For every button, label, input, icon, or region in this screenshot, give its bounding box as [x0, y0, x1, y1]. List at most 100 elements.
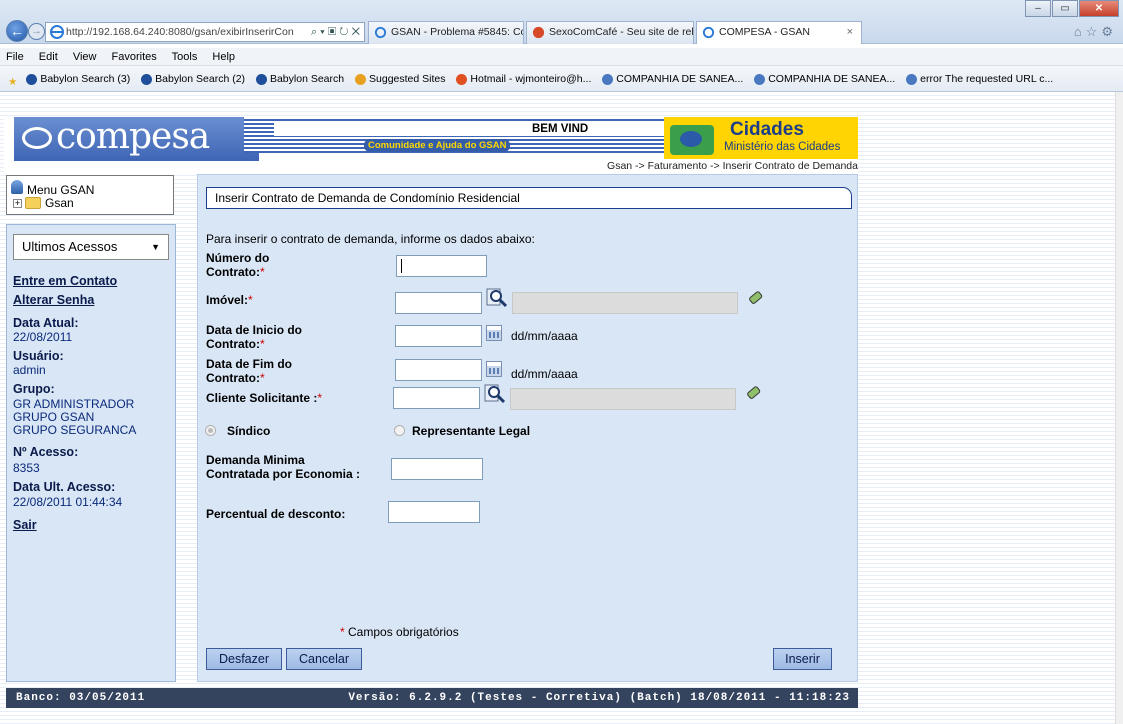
status-footer: Banco: 03/05/2011 Versão: 6.2.9.2 (Teste…: [6, 688, 858, 708]
ie-page-icon: [602, 73, 614, 85]
user-label: Usuário:: [13, 349, 64, 363]
tab-label: SexoComCafé - Seu site de rel...: [549, 26, 694, 38]
menu-favorites[interactable]: Favorites: [112, 51, 157, 63]
menu-tree-title: Menu GSAN: [27, 183, 95, 197]
favorite-item[interactable]: COMPANHIA DE SANEA...: [754, 66, 895, 91]
menu-tools[interactable]: Tools: [172, 51, 198, 63]
address-controls[interactable]: ⌕ ▾ ▣ ↻ ✕: [311, 23, 360, 41]
favorites-bar: ★ Babylon Search (3) Babylon Search (2) …: [0, 66, 1123, 92]
legal-rep-label: Representante Legal: [412, 424, 531, 438]
cancel-button[interactable]: Cancelar: [286, 648, 362, 670]
favorites-star-icon[interactable]: ★: [8, 76, 17, 88]
browser-tab[interactable]: SexoComCafé - Seu site de rel...: [526, 21, 694, 44]
maximize-icon[interactable]: ▭: [1052, 0, 1078, 17]
discount-label: Percentual de desconto:: [206, 507, 346, 521]
welcome-banner: BEM VIND: [274, 122, 664, 136]
eraser-icon[interactable]: [747, 289, 765, 307]
group-item: GRUPO SEGURANCA: [13, 423, 137, 437]
forward-icon[interactable]: →: [28, 23, 45, 40]
babylon-icon: [26, 73, 38, 85]
partner-subtitle: Ministério das Cidades: [724, 141, 841, 153]
min-demand-label: Demanda Minima Contratada por Economia :: [206, 453, 361, 481]
babylon-icon: [141, 73, 153, 85]
min-demand-input[interactable]: [391, 458, 483, 480]
client-input[interactable]: [393, 387, 480, 409]
start-date-input[interactable]: [395, 325, 482, 347]
brazil-flag-icon: [670, 125, 714, 155]
date-format-hint: dd/mm/aaaa: [511, 329, 578, 343]
hotmail-icon: [456, 73, 468, 85]
sidebar: Ultimos Acessos ▼ Entre em Contato Alter…: [6, 224, 176, 682]
user-name: admin: [13, 363, 46, 377]
favorite-item[interactable]: Babylon Search (2): [141, 66, 245, 91]
recent-access-select[interactable]: Ultimos Acessos ▼: [13, 234, 169, 260]
client-label: Cliente Solicitante :*: [206, 391, 323, 405]
access-count-label: Nº Acesso:: [13, 445, 79, 459]
page-scrollbar[interactable]: [1115, 92, 1123, 724]
group-label: Grupo:: [13, 382, 55, 396]
favorite-item[interactable]: Babylon Search (3): [26, 66, 130, 91]
menu-file[interactable]: File: [6, 51, 24, 63]
menu-edit[interactable]: Edit: [39, 51, 58, 63]
menu-help[interactable]: Help: [212, 51, 235, 63]
tree-item-gsan[interactable]: Gsan: [45, 196, 74, 210]
compesa-logo-mark-icon: [22, 127, 52, 149]
menu-view[interactable]: View: [73, 51, 97, 63]
close-icon[interactable]: ✕: [1079, 0, 1119, 17]
folder-icon: [25, 197, 41, 209]
minimize-icon[interactable]: –: [1025, 0, 1051, 17]
url-text: http://192.168.64.240:8080/gsan/exibirIn…: [66, 26, 294, 38]
expand-icon[interactable]: +: [13, 199, 22, 208]
contact-link[interactable]: Entre em Contato: [13, 274, 117, 288]
community-help-link[interactable]: Comunidade e Ajuda do GSAN: [364, 139, 511, 152]
browser-toolbar: ← → http://192.168.64.240:8080/gsan/exib…: [0, 0, 1123, 44]
ie-page-icon: [754, 73, 766, 85]
last-access: 22/08/2011 01:44:34: [13, 495, 123, 509]
contract-number-label: Número do Contrato:*: [206, 251, 270, 279]
ie-icon: [702, 26, 715, 39]
favorite-item[interactable]: Hotmail - wjmonteiro@h...: [456, 66, 591, 91]
close-tab-icon[interactable]: ×: [847, 22, 853, 43]
favorite-item[interactable]: Suggested Sites: [355, 66, 446, 91]
menu-bar: File Edit View Favorites Tools Help: [0, 48, 1123, 66]
favorite-item[interactable]: Babylon Search: [255, 66, 344, 91]
form-title: Inserir Contrato de Demanda de Condomíni…: [206, 187, 852, 209]
window-controls: – ▭ ✕: [1025, 0, 1119, 18]
menu-tree: Menu GSAN + Gsan: [6, 175, 174, 215]
calendar-icon[interactable]: [486, 325, 502, 341]
eraser-icon[interactable]: [745, 384, 763, 402]
end-date-label: Data de Fim do Contrato:*: [206, 357, 293, 385]
undo-button[interactable]: Desfazer: [206, 648, 282, 670]
insert-button[interactable]: Inserir: [773, 648, 832, 670]
search-icon[interactable]: [486, 287, 508, 309]
home-star-gear-icons[interactable]: ⌂☆⚙: [1074, 24, 1117, 40]
syndic-radio[interactable]: [205, 425, 216, 436]
logout-link[interactable]: Sair: [13, 518, 37, 532]
property-label: Imóvel:*: [206, 293, 253, 307]
discount-input[interactable]: [388, 501, 480, 523]
breadcrumb: Gsan -> Faturamento -> Inserir Contrato …: [607, 160, 858, 172]
favorite-item[interactable]: error The requested URL c...: [906, 66, 1053, 91]
back-icon[interactable]: ←: [6, 20, 28, 42]
ie-icon: [374, 26, 387, 39]
site-icon: [532, 26, 545, 39]
compesa-logo[interactable]: compesa: [14, 117, 259, 161]
end-date-input[interactable]: [395, 359, 482, 381]
property-input[interactable]: [395, 292, 482, 314]
search-icon[interactable]: [484, 383, 506, 405]
access-count: 8353: [13, 461, 40, 475]
browser-tab[interactable]: GSAN - Problema #5845: Cont...: [368, 21, 524, 44]
ministerio-cidades-logo: Cidades Ministério das Cidades: [664, 117, 858, 159]
syndic-label: Síndico: [227, 424, 271, 438]
browser-tab-active[interactable]: COMPESA - GSAN ×: [696, 21, 862, 44]
favorite-item[interactable]: COMPANHIA DE SANEA...: [602, 66, 743, 91]
babylon-icon: [255, 73, 267, 85]
change-password-link[interactable]: Alterar Senha: [13, 293, 94, 307]
legal-rep-radio[interactable]: [394, 425, 405, 436]
client-description: [510, 388, 736, 410]
required-note: * Campos obrigatórios: [340, 625, 459, 639]
contract-number-input[interactable]: [396, 255, 487, 277]
calendar-icon[interactable]: [486, 361, 502, 377]
address-bar[interactable]: http://192.168.64.240:8080/gsan/exibirIn…: [45, 22, 365, 42]
current-date: 22/08/2011: [13, 330, 73, 344]
